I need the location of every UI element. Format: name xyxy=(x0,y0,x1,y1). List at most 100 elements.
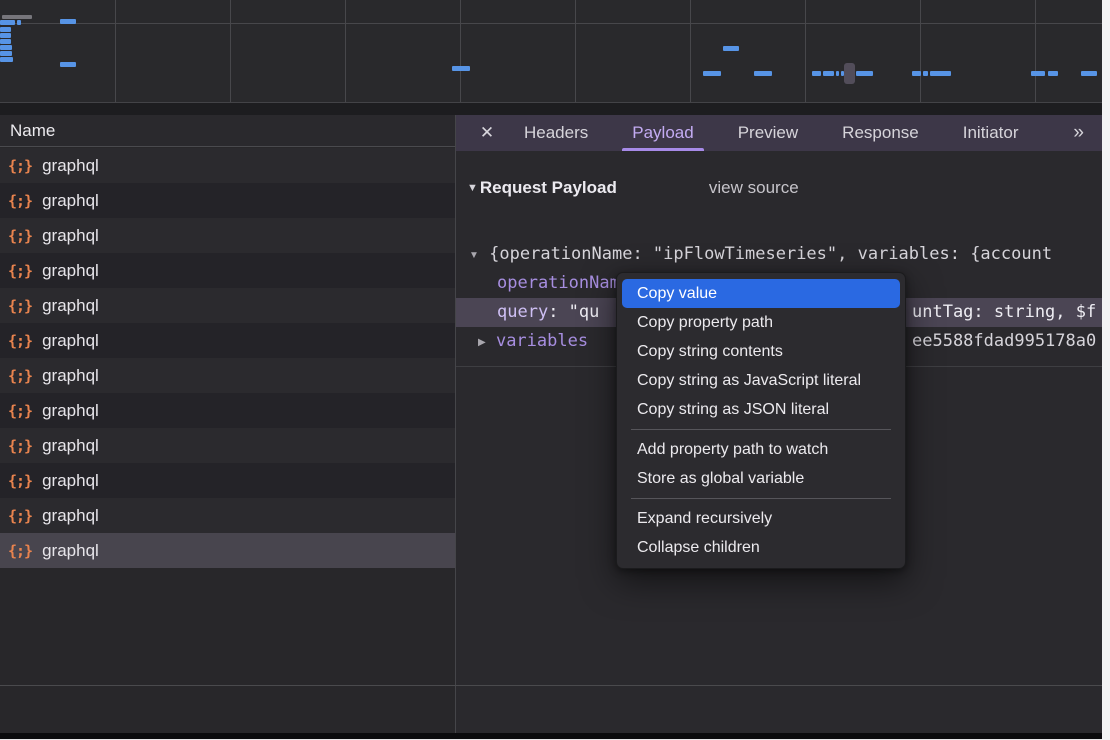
json-braces-icon: {;} xyxy=(8,367,32,385)
json-braces-icon: {;} xyxy=(8,507,32,525)
context-menu: Copy valueCopy property pathCopy string … xyxy=(616,272,906,569)
menu-item-copy-value[interactable]: Copy value xyxy=(622,279,900,308)
timeline-gridline xyxy=(575,0,576,102)
menu-item-collapse-children[interactable]: Collapse children xyxy=(622,533,900,562)
timeline-request-bar xyxy=(452,66,470,71)
view-source-link[interactable]: view source xyxy=(709,178,799,198)
payload-section-header[interactable]: ▼ Request Payload view source xyxy=(467,178,799,198)
request-name-label: graphql xyxy=(42,401,99,421)
section-title: Request Payload xyxy=(480,178,617,198)
request-name-label: graphql xyxy=(42,296,99,316)
timeline-request-bar xyxy=(0,45,12,50)
request-row-graphql[interactable]: {;} graphql xyxy=(0,428,455,463)
timeline-request-bar xyxy=(0,20,15,25)
timeline-request-bar xyxy=(1081,71,1097,76)
json-braces-icon: {;} xyxy=(8,157,32,175)
request-row-graphql[interactable]: {;} graphql xyxy=(0,253,455,288)
timeline-request-bar xyxy=(1048,71,1058,76)
network-overview-timeline[interactable] xyxy=(0,0,1102,102)
request-name-label: graphql xyxy=(42,541,99,561)
page-edge-right xyxy=(1102,0,1110,740)
menu-item-expand-recursively[interactable]: Expand recursively xyxy=(622,504,900,533)
request-name-label: graphql xyxy=(42,226,99,246)
request-row-graphql[interactable]: {;} graphql xyxy=(0,288,455,323)
devtools-network-panel: Name {;}graphql{;}graphql{;}graphql{;}gr… xyxy=(0,0,1110,740)
json-braces-icon: {;} xyxy=(8,297,32,315)
root-preview-text: {operationName: "ipFlowTimeseries", vari… xyxy=(489,244,1052,264)
tab-headers[interactable]: Headers xyxy=(508,115,604,151)
timeline-gridline xyxy=(805,0,806,102)
tab-initiator[interactable]: Initiator xyxy=(947,115,1035,151)
request-row-graphql[interactable]: {;} graphql xyxy=(0,393,455,428)
close-icon[interactable]: ✕ xyxy=(478,123,496,143)
request-row-graphql[interactable]: {;}graphql xyxy=(0,323,455,358)
expand-icon[interactable]: ▶ xyxy=(478,337,486,348)
timeline-bottom-strip xyxy=(0,102,1102,115)
request-rows: {;} graphql {;} graphql {;} graphql {;} graphql… xyxy=(0,148,455,568)
menu-item-copy-string-contents[interactable]: Copy string contents xyxy=(622,337,900,366)
request-row-graphql[interactable]: {;} graphql xyxy=(0,183,455,218)
menu-item-copy-string-as-json-literal[interactable]: Copy string as JSON literal xyxy=(622,395,900,424)
json-braces-icon: {;} xyxy=(8,192,32,210)
request-row-graphql[interactable]: {;} graphql xyxy=(0,358,455,393)
property-preview-right: ee5588fdad995178a0 xyxy=(912,327,1096,356)
timeline-request-bar xyxy=(923,71,928,76)
timeline-request-bar xyxy=(703,71,721,76)
request-row-graphql[interactable]: {;}graphql xyxy=(0,463,455,498)
request-row-graphql[interactable]: {;} graphql xyxy=(0,498,455,533)
timeline-request-bar xyxy=(1031,71,1045,76)
request-name-label: graphql xyxy=(42,191,99,211)
property-key: query xyxy=(497,302,548,322)
request-row-graphql[interactable]: {;}graphql xyxy=(0,148,455,183)
timeline-gridline xyxy=(230,0,231,102)
property-value-right: untTag: string, $f xyxy=(912,298,1096,327)
timeline-request-bar xyxy=(17,20,21,25)
timeline-request-bar xyxy=(812,71,821,76)
timeline-gridline xyxy=(115,0,116,102)
property-value-left: "qu xyxy=(569,302,600,322)
json-braces-icon: {;} xyxy=(8,227,32,245)
timeline-request-bar xyxy=(0,27,11,32)
menu-item-store-as-global-variable[interactable]: Store as global variable xyxy=(622,464,900,493)
menu-item-copy-string-as-javascript-literal[interactable]: Copy string as JavaScript literal xyxy=(622,366,900,395)
timeline-selection-marker[interactable] xyxy=(844,63,855,84)
tab-preview[interactable]: Preview xyxy=(722,115,814,151)
timeline-request-bar xyxy=(60,62,76,67)
network-request-list: Name {;}graphql{;}graphql{;}graphql{;}gr… xyxy=(0,115,455,734)
timeline-request-bar xyxy=(60,19,76,24)
request-name-label: graphql xyxy=(42,436,99,456)
menu-item-add-property-path-to-watch[interactable]: Add property path to watch xyxy=(622,435,900,464)
request-row-graphql[interactable]: {;} graphql xyxy=(0,533,455,568)
timeline-request-bar xyxy=(930,71,951,76)
json-braces-icon: {;} xyxy=(8,542,32,560)
name-column-header[interactable]: Name xyxy=(0,115,455,147)
detail-tabbar: ✕ Headers Payload Preview Response Initiator… xyxy=(456,115,1102,151)
menu-item-copy-property-path[interactable]: Copy property path xyxy=(622,308,900,337)
request-name-label: graphql xyxy=(42,366,99,386)
timeline-request-bar xyxy=(0,33,11,38)
timeline-request-bar xyxy=(856,71,873,76)
timeline-request-bar xyxy=(836,71,839,76)
tab-payload[interactable]: Payload xyxy=(616,115,709,151)
timeline-request-bar xyxy=(0,57,13,62)
request-name-label: graphql xyxy=(42,506,99,526)
json-braces-icon: {;} xyxy=(8,437,32,455)
timeline-gridline xyxy=(920,0,921,102)
timeline-gridline xyxy=(690,0,691,102)
section-collapse-icon: ▼ xyxy=(467,182,478,194)
request-name-label: graphql xyxy=(42,331,99,351)
payload-root-row[interactable]: ▼ {operationName: "ipFlowTimeseries", va… xyxy=(456,240,1102,269)
timeline-gridline xyxy=(345,0,346,102)
tab-overflow-icon[interactable]: » xyxy=(1073,122,1102,144)
json-braces-icon: {;} xyxy=(8,472,32,490)
timeline-scale-line xyxy=(0,23,1102,24)
tab-response[interactable]: Response xyxy=(826,115,935,151)
request-name-label: graphql xyxy=(42,261,99,281)
json-braces-icon: {;} xyxy=(8,262,32,280)
request-row-graphql[interactable]: {;} graphql xyxy=(0,218,455,253)
collapse-icon[interactable]: ▼ xyxy=(469,250,479,261)
property-key: operationName xyxy=(497,273,630,293)
timeline-request-bar xyxy=(2,15,32,19)
json-braces-icon: {;} xyxy=(8,402,32,420)
timeline-request-bar xyxy=(754,71,772,76)
